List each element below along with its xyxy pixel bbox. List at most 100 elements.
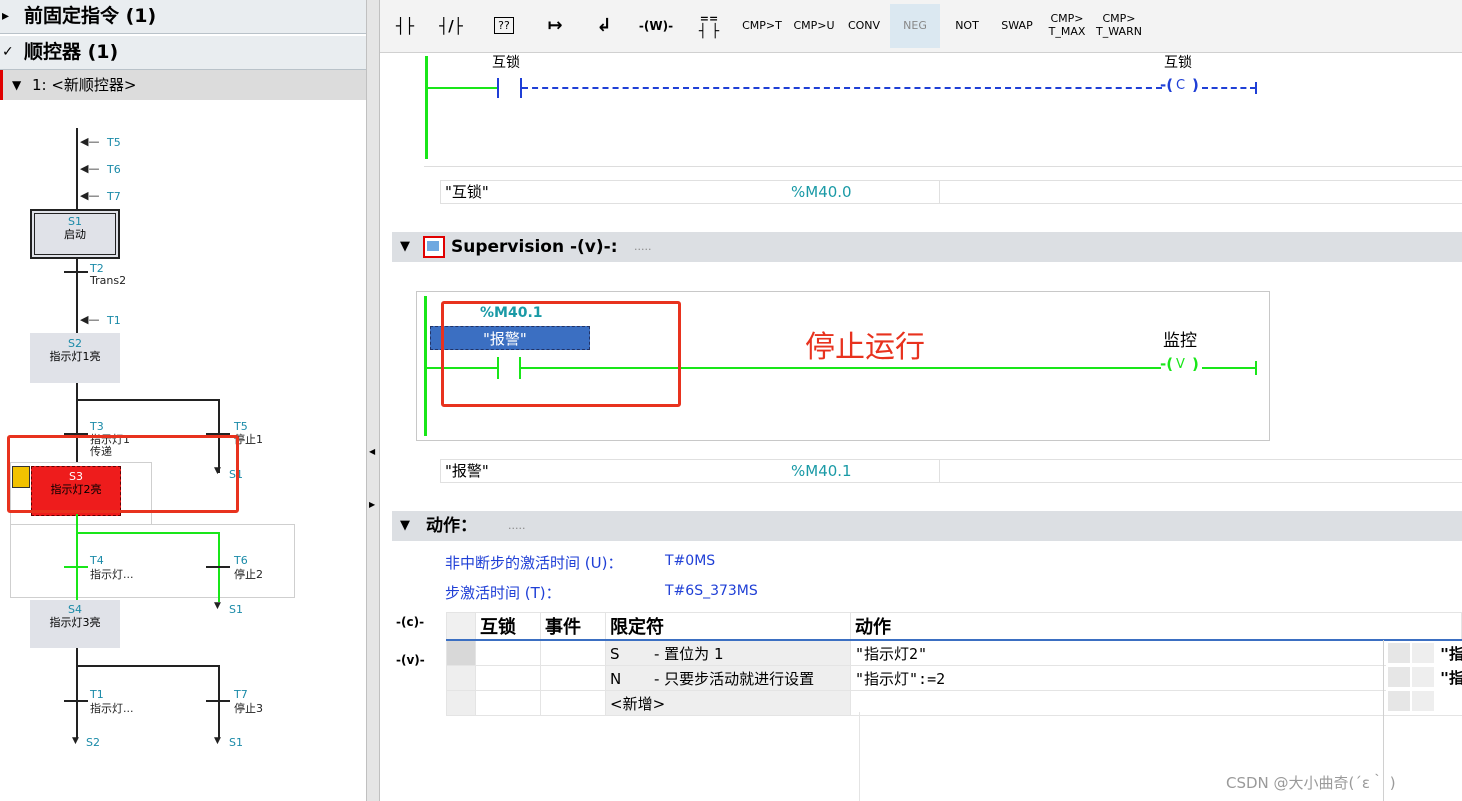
column-header-qualifier[interactable]: 限定符 [605, 612, 851, 641]
actions-header[interactable]: ▼ 动作： ..... [392, 511, 1462, 541]
active-branch-line [76, 532, 220, 534]
tree-item-sequencers[interactable]: ✓ 顺控器 (1) [0, 36, 366, 70]
transition-bar[interactable] [64, 700, 88, 702]
chevron-down-icon[interactable]: ✓ [2, 36, 14, 69]
coil-c-letter[interactable]: C [1176, 78, 1185, 93]
jump-target: S1 [229, 736, 243, 749]
actions-table: 互锁 事件 限定符 动作 S - 置位为 1 "指示灯2" N - 只要步活动就进行… [446, 612, 1462, 716]
cmp-tmax-button[interactable]: CMP> T_MAX [1044, 4, 1090, 48]
panel-splitter[interactable]: ◀ ▶ [366, 0, 380, 801]
interlock-tag-row[interactable]: "互锁" %M40.0 [440, 180, 1462, 204]
interlock-contact-label[interactable]: 互锁 [492, 52, 520, 72]
row-selector[interactable] [446, 665, 476, 691]
cell[interactable] [1412, 691, 1434, 711]
nc-contact-button[interactable]: ┤/├ [432, 4, 470, 48]
tree-item-sequence-1[interactable]: ▼ 1: <新顺控器> [0, 70, 366, 100]
collapse-icon[interactable]: ▼ [400, 511, 410, 541]
table-row[interactable]: S - 置位为 1 "指示灯2" [446, 639, 1462, 666]
expand-right-icon[interactable]: ▶ [369, 500, 375, 509]
open-branch-button[interactable]: ↦ [532, 4, 578, 48]
event-cell[interactable] [540, 639, 606, 666]
no-contact-button[interactable]: ┤├ [386, 4, 424, 48]
actions-comment[interactable]: ..... [508, 511, 525, 541]
active-flow-line [76, 514, 78, 600]
row-selector[interactable] [1388, 667, 1410, 687]
non-interrupt-label: 非中断步的激活时间 (U)： [445, 554, 623, 572]
collapse-icon[interactable]: ▼ [12, 70, 21, 100]
table-row-add[interactable]: <新增> [446, 690, 1462, 716]
not-button[interactable]: NOT [946, 4, 988, 48]
close-branch-button[interactable]: ↲ [584, 4, 624, 48]
cell[interactable] [1412, 643, 1434, 663]
add-new-entry[interactable]: <新增> [610, 695, 665, 713]
neg-button[interactable]: NEG [890, 4, 940, 48]
row-selector[interactable] [446, 639, 476, 666]
envelope-icon[interactable] [423, 236, 445, 258]
column-header-action[interactable]: 动作 [850, 612, 1462, 641]
row-selector[interactable] [446, 690, 476, 716]
collapse-left-icon[interactable]: ◀ [369, 447, 375, 456]
jump-out-arrow: ▼ [214, 601, 221, 611]
transition-name: 指示灯... [90, 568, 134, 581]
interlock-coil-icon[interactable]: -(c)- [396, 615, 424, 629]
transition-bar[interactable] [64, 566, 88, 568]
selection-frame [10, 524, 295, 598]
swap-button[interactable]: SWAP [994, 4, 1040, 48]
supervision-header[interactable]: ▼ Supervision -(v)-: ..... [392, 232, 1462, 262]
action-cell[interactable]: "指示灯2" [850, 639, 1462, 666]
tree-item-prev-instructions[interactable]: ▸ 前固定指令 (1) [0, 0, 366, 34]
jump-in-arrow: ◀— [80, 162, 100, 175]
cell[interactable] [1412, 667, 1434, 687]
supervision-coil-icon[interactable]: -(v)- [396, 653, 425, 667]
jump-in-arrow: ◀— [80, 135, 100, 148]
cmp-twarn-button[interactable]: CMP> T_WARN [1094, 4, 1144, 48]
chevron-right-icon[interactable]: ▸ [2, 0, 9, 33]
supervision-tag-row[interactable]: "报警" %M40.1 [440, 459, 1462, 483]
transition-bar[interactable] [206, 700, 230, 702]
step-s4[interactable]: S4 指示灯3亮 [30, 600, 120, 648]
action-text: "指示灯2" [855, 644, 928, 663]
cmp-u-button[interactable]: CMP>U [790, 4, 838, 48]
transition-name: 停止3 [234, 702, 263, 715]
coil-w-button[interactable]: -(W)- [632, 4, 680, 48]
cmp-t-button[interactable]: CMP>T [738, 4, 786, 48]
cmp-twarn-label-1: CMP> [1102, 12, 1136, 25]
table-row[interactable]: N - 只要步活动就进行设置 "指示灯":=2 [446, 665, 1462, 691]
transition-bar[interactable] [206, 566, 230, 568]
annotation-text: 停止运行 [805, 330, 925, 365]
action-cell[interactable]: "指示灯":=2 [850, 665, 1462, 691]
row-selector[interactable] [1388, 691, 1410, 711]
column-header-interlock[interactable]: 互锁 [475, 612, 541, 641]
qualifier-cell[interactable]: N - 只要步活动就进行设置 [605, 665, 851, 691]
activation-time-label: 步激活时间 (T)： [445, 584, 561, 602]
coil-v-letter[interactable]: V [1176, 357, 1185, 372]
event-cell[interactable] [540, 690, 606, 716]
non-interrupt-value: T#0MS [665, 553, 716, 569]
transition-bar[interactable] [64, 271, 88, 273]
qualifier-cell[interactable]: S - 置位为 1 [605, 639, 851, 666]
flow-line [76, 128, 78, 210]
qualifier-cell[interactable]: <新增> [605, 690, 851, 716]
jump-out-arrow: ▼ [72, 736, 79, 746]
empty-box-button[interactable]: ?? [484, 4, 524, 48]
compare-eq-button[interactable]: == ┤ ├ [686, 4, 732, 48]
column-header-event[interactable]: 事件 [540, 612, 606, 641]
tree-item-label: 前固定指令 (1) [24, 5, 157, 27]
tag-name: "互锁" [445, 183, 489, 201]
event-cell[interactable] [540, 665, 606, 691]
action-cell[interactable] [850, 690, 1462, 716]
supervision-title: Supervision -(v)-: [451, 237, 618, 257]
step-s2[interactable]: S2 指示灯1亮 [30, 333, 120, 383]
step-s1[interactable]: S1 启动 [30, 209, 120, 259]
row-selector[interactable] [1388, 643, 1410, 663]
tree-item-label: 顺控器 (1) [24, 41, 119, 63]
interlock-cell[interactable] [475, 690, 541, 716]
interlock-cell[interactable] [475, 665, 541, 691]
conv-button[interactable]: CONV [842, 4, 886, 48]
supervision-comment[interactable]: ..... [634, 232, 651, 262]
coil-v-right: ) [1192, 355, 1199, 373]
action-text: "指 [1440, 669, 1462, 687]
collapse-icon[interactable]: ▼ [400, 232, 410, 262]
wire-energized [428, 87, 498, 89]
interlock-cell[interactable] [475, 639, 541, 666]
